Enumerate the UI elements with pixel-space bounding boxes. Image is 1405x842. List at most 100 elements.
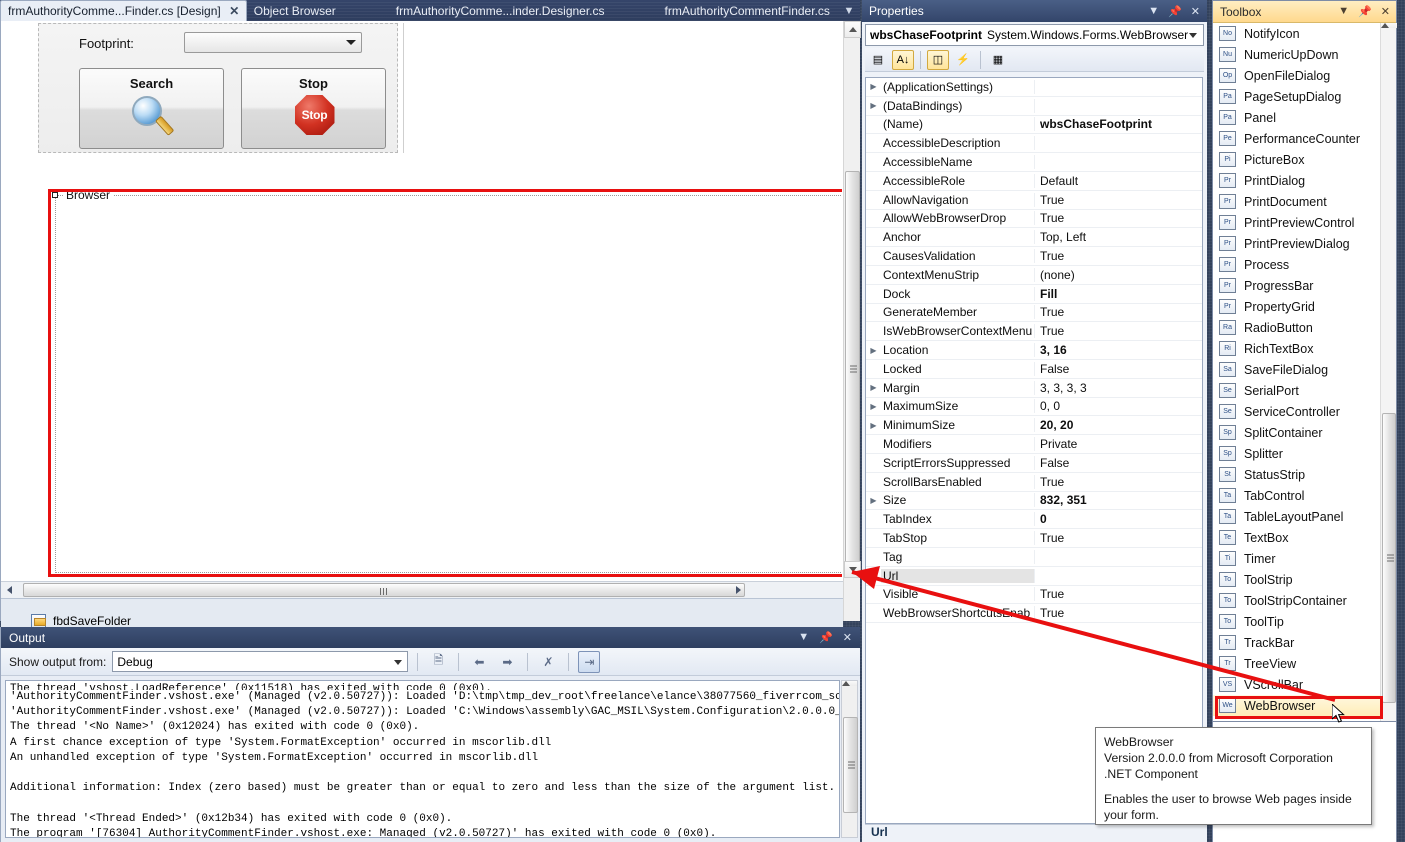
property-row[interactable]: TabStop True bbox=[866, 529, 1202, 548]
scroll-right-icon[interactable] bbox=[730, 582, 747, 599]
tab-object-browser[interactable]: Object Browser bbox=[247, 0, 343, 21]
toolbox-item-timer[interactable]: Ti Timer bbox=[1213, 548, 1380, 569]
expand-chevron-icon[interactable]: ▶ bbox=[866, 346, 881, 355]
property-row[interactable]: ▶ MaximumSize 0, 0 bbox=[866, 398, 1202, 417]
toolbox-item-printpreviewdialog[interactable]: Pr PrintPreviewDialog bbox=[1213, 233, 1380, 254]
property-value[interactable]: Private bbox=[1035, 437, 1202, 451]
output-vertical-scrollbar[interactable] bbox=[841, 680, 858, 838]
pin-icon[interactable]: 📌 bbox=[819, 631, 833, 644]
property-value[interactable]: 3, 3, 3, 3 bbox=[1035, 381, 1202, 395]
scrollbar-thumb[interactable] bbox=[1382, 413, 1396, 703]
scroll-up-icon[interactable] bbox=[1381, 23, 1397, 28]
property-value[interactable]: Fill bbox=[1035, 287, 1202, 301]
toolbox-item-toolstripcontainer[interactable]: To ToolStripContainer bbox=[1213, 590, 1380, 611]
property-value[interactable]: 832, 351 bbox=[1035, 493, 1202, 507]
toolbox-item-notifyicon[interactable]: No NotifyIcon bbox=[1213, 23, 1380, 44]
property-value[interactable]: 0, 0 bbox=[1035, 399, 1202, 413]
output-text-area[interactable]: The thread 'vshost.LoadReference' (0x115… bbox=[5, 680, 840, 838]
expand-chevron-icon[interactable]: ▶ bbox=[866, 402, 881, 411]
form-designer-surface[interactable]: Footprint: Search Stop Stop Browser fbdS… bbox=[0, 21, 861, 642]
property-value[interactable]: True bbox=[1035, 211, 1202, 225]
designer-canvas[interactable]: Footprint: Search Stop Stop Browser bbox=[1, 21, 842, 621]
expand-chevron-icon[interactable]: ▶ bbox=[866, 82, 881, 91]
scroll-left-icon[interactable] bbox=[1, 582, 18, 599]
stop-button[interactable]: Stop Stop bbox=[241, 68, 386, 149]
property-row[interactable]: Locked False bbox=[866, 360, 1202, 379]
toolbox-item-tabcontrol[interactable]: Ta TabControl bbox=[1213, 485, 1380, 506]
properties-grid[interactable]: ▶ (ApplicationSettings) ▶ (DataBindings) (Na… bbox=[865, 77, 1203, 824]
toolbox-item-servicecontroller[interactable]: Se ServiceController bbox=[1213, 401, 1380, 422]
winform-surface[interactable]: Footprint: Search Stop Stop Browser bbox=[11, 21, 842, 581]
toolbox-item-propertygrid[interactable]: Pr PropertyGrid bbox=[1213, 296, 1380, 317]
toolbox-item-statusstrip[interactable]: St StatusStrip bbox=[1213, 464, 1380, 485]
scroll-up-icon[interactable] bbox=[844, 21, 861, 38]
property-value[interactable]: True bbox=[1035, 193, 1202, 207]
expand-chevron-icon[interactable]: ▶ bbox=[866, 383, 881, 392]
toolbox-item-trackbar[interactable]: Tr TrackBar bbox=[1213, 632, 1380, 653]
toolbox-item-radiobutton[interactable]: Ra RadioButton bbox=[1213, 317, 1380, 338]
toolbox-vertical-scrollbar[interactable] bbox=[1380, 23, 1397, 721]
search-button[interactable]: Search bbox=[79, 68, 224, 149]
property-value[interactable]: False bbox=[1035, 456, 1202, 470]
property-row[interactable]: AccessibleRole Default bbox=[866, 172, 1202, 191]
toolbox-item-textbox[interactable]: Te TextBox bbox=[1213, 527, 1380, 548]
pin-icon[interactable]: 📌 bbox=[1168, 5, 1182, 18]
toolbox-item-pagesetupdialog[interactable]: Pa PageSetupDialog bbox=[1213, 86, 1380, 107]
property-row[interactable]: GenerateMember True bbox=[866, 304, 1202, 323]
property-value[interactable]: True bbox=[1035, 475, 1202, 489]
property-row[interactable]: AccessibleDescription bbox=[866, 134, 1202, 154]
toolbox-item-openfiledialog[interactable]: Op OpenFileDialog bbox=[1213, 65, 1380, 86]
property-value[interactable]: 20, 20 bbox=[1035, 418, 1202, 432]
property-value[interactable]: True bbox=[1035, 587, 1202, 601]
property-value[interactable]: False bbox=[1035, 362, 1202, 376]
toolbox-item-richtextbox[interactable]: Ri RichTextBox bbox=[1213, 338, 1380, 359]
options-panel[interactable]: Footprint: Search Stop Stop bbox=[38, 23, 398, 153]
designer-horizontal-scrollbar[interactable] bbox=[1, 581, 843, 598]
close-icon[interactable]: ✕ bbox=[1381, 5, 1390, 18]
property-row[interactable]: ▶ Size 832, 351 bbox=[866, 492, 1202, 511]
property-row[interactable]: Dock Fill bbox=[866, 285, 1202, 304]
property-value[interactable]: Top, Left bbox=[1035, 230, 1202, 244]
property-row[interactable]: Tag bbox=[866, 548, 1202, 567]
alphabetical-icon[interactable]: A↓ bbox=[892, 49, 914, 70]
property-row[interactable]: ScrollBarsEnabled True bbox=[866, 473, 1202, 492]
scroll-up-icon[interactable] bbox=[842, 681, 857, 686]
dropdown-icon[interactable]: ▼ bbox=[1148, 5, 1159, 18]
toolbox-item-performancecounter[interactable]: Pe PerformanceCounter bbox=[1213, 128, 1380, 149]
toolbox-item-savefiledialog[interactable]: Sa SaveFileDialog bbox=[1213, 359, 1380, 380]
pin-icon[interactable]: 📌 bbox=[1358, 5, 1372, 18]
tray-item-fbdsavefolder[interactable]: fbdSaveFolder bbox=[31, 613, 131, 628]
hscrollbar-thumb[interactable] bbox=[23, 583, 745, 597]
property-row[interactable]: AllowNavigation True bbox=[866, 191, 1202, 210]
property-row[interactable]: IsWebBrowserContextMenu True bbox=[866, 322, 1202, 342]
properties-icon[interactable]: ◫ bbox=[927, 49, 949, 70]
property-value[interactable]: 3, 16 bbox=[1035, 343, 1202, 357]
toolbox-item-list[interactable]: No NotifyIcon Nu NumericUpDown Op OpenFileDia… bbox=[1213, 23, 1380, 721]
scroll-down-icon[interactable] bbox=[844, 561, 861, 578]
dropdown-icon[interactable]: ▼ bbox=[798, 631, 809, 644]
properties-object-selector[interactable]: wbsChaseFootprint System.Windows.Forms.W… bbox=[865, 24, 1204, 46]
property-row[interactable]: TabIndex 0 bbox=[866, 510, 1202, 530]
property-row[interactable]: ▶ Location 3, 16 bbox=[866, 341, 1202, 360]
categorized-icon[interactable]: ▤ bbox=[867, 50, 889, 70]
toolbox-item-vscrollbar[interactable]: VS VScrollBar bbox=[1213, 674, 1380, 695]
property-row[interactable]: (Name) wbsChaseFootprint bbox=[866, 116, 1202, 135]
property-row[interactable]: Modifiers Private bbox=[866, 435, 1202, 454]
property-row[interactable]: AllowWebBrowserDrop True bbox=[866, 210, 1202, 229]
expand-chevron-icon[interactable]: ▶ bbox=[866, 421, 881, 430]
dropdown-icon[interactable]: ▼ bbox=[1338, 5, 1349, 18]
expand-chevron-icon[interactable]: ▶ bbox=[866, 496, 881, 505]
toolbox-item-splitter[interactable]: Sp Splitter bbox=[1213, 443, 1380, 464]
expand-chevron-icon[interactable]: ▶ bbox=[866, 101, 881, 110]
footprint-combobox[interactable] bbox=[184, 32, 362, 53]
close-icon[interactable]: ✕ bbox=[843, 631, 852, 644]
tab-overflow-icon[interactable]: ▼ bbox=[838, 0, 860, 21]
scrollbar-thumb[interactable] bbox=[845, 171, 860, 566]
property-value[interactable]: Default bbox=[1035, 174, 1202, 188]
property-value[interactable]: 0 bbox=[1035, 512, 1202, 526]
toolbox-item-treeview[interactable]: Tr TreeView bbox=[1213, 653, 1380, 674]
property-row[interactable]: ▶ Margin 3, 3, 3, 3 bbox=[866, 379, 1202, 398]
property-row[interactable]: ContextMenuStrip (none) bbox=[866, 266, 1202, 285]
property-row[interactable]: Visible True bbox=[866, 586, 1202, 605]
property-row[interactable]: CausesValidation True bbox=[866, 247, 1202, 266]
